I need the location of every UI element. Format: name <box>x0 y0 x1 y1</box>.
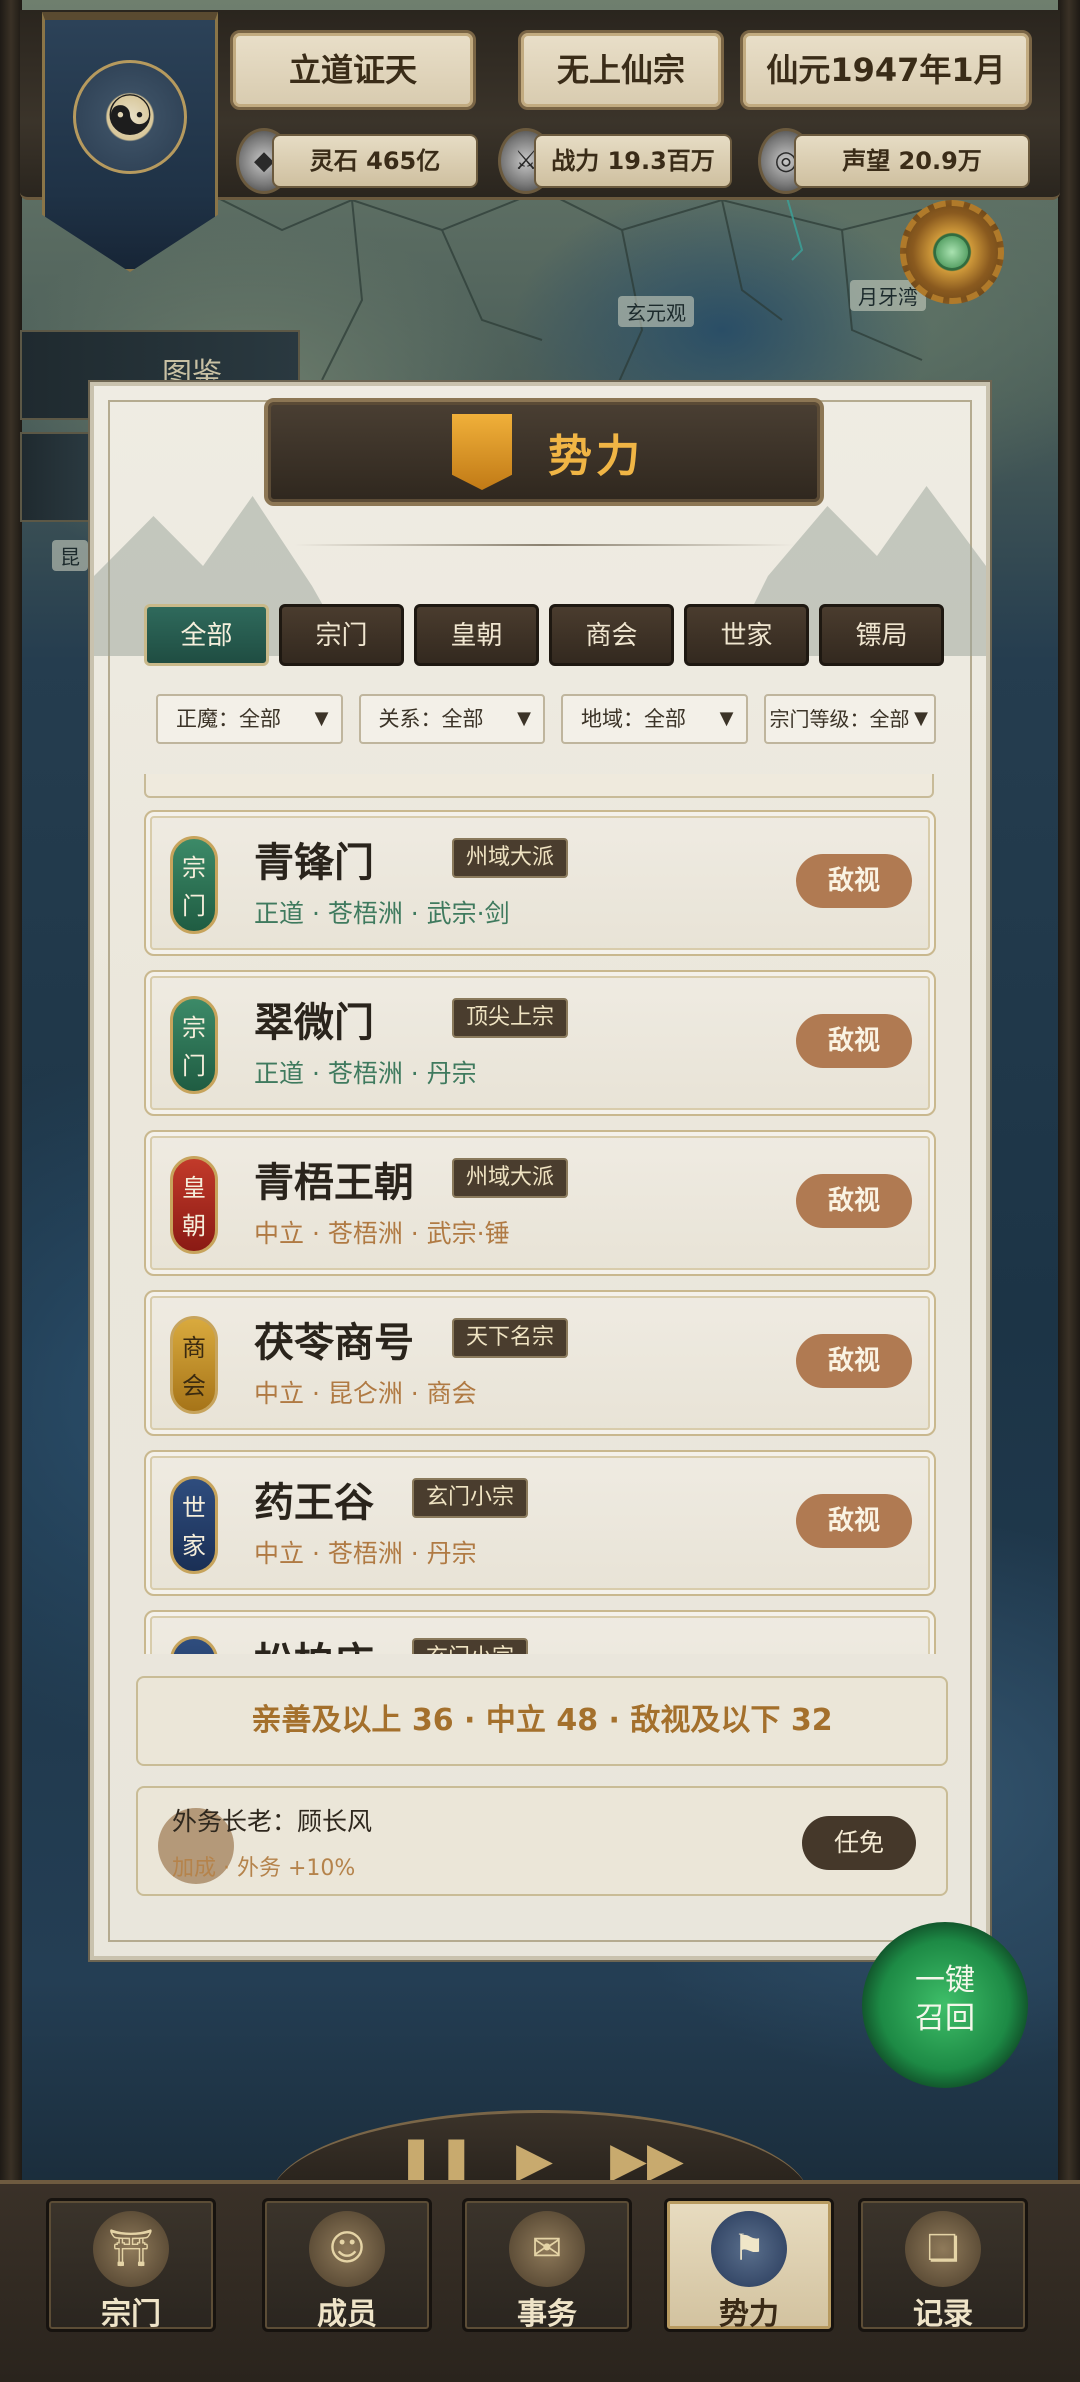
relation-button[interactable]: 敌视 <box>796 1494 912 1548</box>
faction-type-badge: 宗门 <box>170 836 218 934</box>
tab-sect[interactable]: 宗门 <box>279 604 404 666</box>
appoint-button[interactable]: 任免 <box>802 1816 916 1870</box>
relation-button[interactable]: 敌视 <box>796 1014 912 1068</box>
faction-card[interactable]: 宗门 青锋门 州域大派 正道 · 苍梧洲 · 武宗·剑 敌视 <box>144 810 936 956</box>
tab-guild[interactable]: 商会 <box>549 604 674 666</box>
reputation-value: 声望 20.9万 <box>842 147 982 175</box>
side-tab-secondary[interactable] <box>20 432 90 522</box>
tab-escort[interactable]: 镖局 <box>819 604 944 666</box>
tab-clan[interactable]: 世家 <box>684 604 809 666</box>
nav-affairs[interactable]: ✉ 事务 <box>462 2198 632 2332</box>
banner-icon: ⚑ <box>711 2211 787 2287</box>
elder-bonus: 加成 · 外务 +10% <box>172 1856 356 1881</box>
faction-rank-tag: 天下名宗 <box>452 1318 569 1358</box>
date-plate: 仙元1947年1月 <box>740 30 1032 110</box>
faction-rank-tag: 玄门小宗 <box>412 1478 529 1518</box>
relation-button[interactable]: 敌视 <box>796 1174 912 1228</box>
faction-name: 翠微门 <box>254 1000 374 1046</box>
faction-desc: 中立 · 苍梧洲 · 武宗·锤 <box>254 1219 510 1248</box>
faction-type-badge: 宗门 <box>170 996 218 1094</box>
spirit-stone-value: 灵石 465亿 <box>309 147 441 175</box>
dropdown-arrow-icon: ▼ <box>719 708 734 729</box>
banner-flag-icon <box>452 414 512 490</box>
tab-all[interactable]: 全部 <box>144 604 269 666</box>
relation-button[interactable]: 敌视 <box>796 854 912 908</box>
faction-name: 青梧王朝 <box>254 1160 414 1206</box>
faction-rank-tag: 玄门小宗 <box>412 1638 529 1654</box>
scroll-icon: ✉ <box>509 2211 585 2287</box>
dropdown-arrow-icon: ▼ <box>914 708 928 729</box>
spirit-stone-stat[interactable]: 灵石 465亿 <box>272 134 478 188</box>
nav-members[interactable]: ☺ 成员 <box>262 2198 432 2332</box>
map-label-kun[interactable]: 昆 <box>52 540 88 571</box>
faction-rank-tag: 州域大派 <box>452 1158 569 1198</box>
settings-gear-icon[interactable] <box>900 200 1004 304</box>
faction-type-badge: 商会 <box>170 1316 218 1414</box>
faction-desc: 中立 · 苍梧洲 · 丹宗 <box>254 1539 477 1568</box>
faction-name: 药王谷 <box>254 1480 374 1526</box>
filter-row: 正魔：全部 ▼ 关系：全部 ▼ 地域：全部 ▼ 宗门等级：全部 ▼ <box>156 694 936 746</box>
foreign-affairs-elder: 外务长老：顾长风 加成 · 外务 +10% 任免 <box>136 1786 948 1896</box>
faction-rank-tag: 顶尖上宗 <box>452 998 569 1038</box>
combat-power-stat[interactable]: 战力 19.3百万 <box>534 134 732 188</box>
reputation-stat[interactable]: 声望 20.9万 <box>794 134 1030 188</box>
pagoda-icon: ⛩ <box>93 2211 169 2287</box>
faction-card[interactable]: 商会 茯苓商号 天下名宗 中立 · 昆仑洲 · 商会 敌视 <box>144 1290 936 1436</box>
map-label-xuanyuan[interactable]: 玄元观 <box>618 296 694 327</box>
recall-all-button[interactable]: 一键 召回 <box>862 1922 1028 2088</box>
tab-dynasty[interactable]: 皇朝 <box>414 604 539 666</box>
filter-sect-level[interactable]: 宗门等级：全部 ▼ <box>763 694 936 744</box>
nav-factions-label: 势力 <box>719 2297 779 2332</box>
faction-desc: 正道 · 苍梧洲 · 丹宗 <box>254 1059 477 1088</box>
relation-summary-text: 亲善及以上 36 · 中立 48 · 敌视及以下 32 <box>251 1703 833 1738</box>
relation-button[interactable]: 敌视 <box>796 1334 912 1388</box>
nav-factions[interactable]: ⚑ 势力 <box>664 2198 834 2332</box>
faction-type-badge: 世家 <box>170 1636 218 1654</box>
filter-relation[interactable]: 关系：全部 ▼ <box>358 694 545 744</box>
nav-sect[interactable]: ⛩ 宗门 <box>46 2198 216 2332</box>
combat-power-value: 战力 19.3百万 <box>551 147 715 175</box>
category-tabs: 全部 宗门 皇朝 商会 世家 镖局 <box>144 604 944 670</box>
dropdown-arrow-icon: ▼ <box>314 708 329 729</box>
faction-card[interactable]: 皇朝 青梧王朝 州域大派 中立 · 苍梧洲 · 武宗·锤 敌视 <box>144 1130 936 1276</box>
faction-name: 茯苓商号 <box>254 1320 414 1366</box>
faction-list[interactable]: 宗门 青锋门 州域大派 正道 · 苍梧洲 · 武宗·剑 敌视 宗门 翠微门 顶尖… <box>134 774 964 1654</box>
faction-rank-tag: 州域大派 <box>452 838 569 878</box>
faction-type-badge: 世家 <box>170 1476 218 1574</box>
nav-members-label: 成员 <box>317 2297 377 2332</box>
faction-type-badge: 皇朝 <box>170 1156 218 1254</box>
faction-name: 青锋门 <box>254 840 374 886</box>
book-icon: ❏ <box>905 2211 981 2287</box>
sect-name: 无上仙宗 <box>556 51 685 89</box>
filter-alignment[interactable]: 正魔：全部 ▼ <box>156 694 343 744</box>
nav-records-label: 记录 <box>913 2297 973 2332</box>
recall-line2: 召回 <box>915 2001 975 2036</box>
nav-sect-label: 宗门 <box>101 2297 161 2332</box>
faction-desc: 正道 · 苍梧洲 · 武宗·剑 <box>254 899 510 928</box>
sect-name-plate[interactable]: 无上仙宗 <box>518 30 724 110</box>
nav-affairs-label: 事务 <box>517 2297 577 2332</box>
faction-card[interactable]: 世家 药王谷 玄门小宗 中立 · 苍梧洲 · 丹宗 敌视 <box>144 1450 936 1596</box>
panel-title: 势力 <box>548 431 644 482</box>
faction-card[interactable]: 宗门 翠微门 顶尖上宗 正道 · 苍梧洲 · 丹宗 敌视 <box>144 970 936 1116</box>
dropdown-arrow-icon: ▼ <box>517 708 531 729</box>
realm-title-plate: 立道证天 <box>230 30 476 110</box>
realm-title: 立道证天 <box>288 51 417 89</box>
factions-panel: 势力 全部 宗门 皇朝 商会 世家 镖局 正魔：全部 ▼ 关系：全部 ▼ 地域：全部… <box>90 382 990 1960</box>
game-date: 仙元1947年1月 <box>766 51 1006 89</box>
faction-name: 松柏庄 <box>254 1630 374 1654</box>
panel-header: 势力 <box>264 398 824 506</box>
elder-name: 外务长老：顾长风 <box>172 1807 373 1836</box>
left-frame <box>0 0 22 2382</box>
sect-emblem-icon <box>73 60 187 174</box>
recall-line1: 一键 <box>915 1963 975 1998</box>
filter-region[interactable]: 地域：全部 ▼ <box>561 694 748 744</box>
faction-desc: 中立 · 昆仑洲 · 商会 <box>254 1379 477 1408</box>
nav-records[interactable]: ❏ 记录 <box>858 2198 1028 2332</box>
faction-card[interactable]: 世家 松柏庄 玄门小宗 <box>144 1610 936 1654</box>
relation-summary: 亲善及以上 36 · 中立 48 · 敌视及以下 32 <box>136 1676 948 1766</box>
person-icon: ☺ <box>309 2211 385 2287</box>
right-frame <box>1058 0 1080 2382</box>
